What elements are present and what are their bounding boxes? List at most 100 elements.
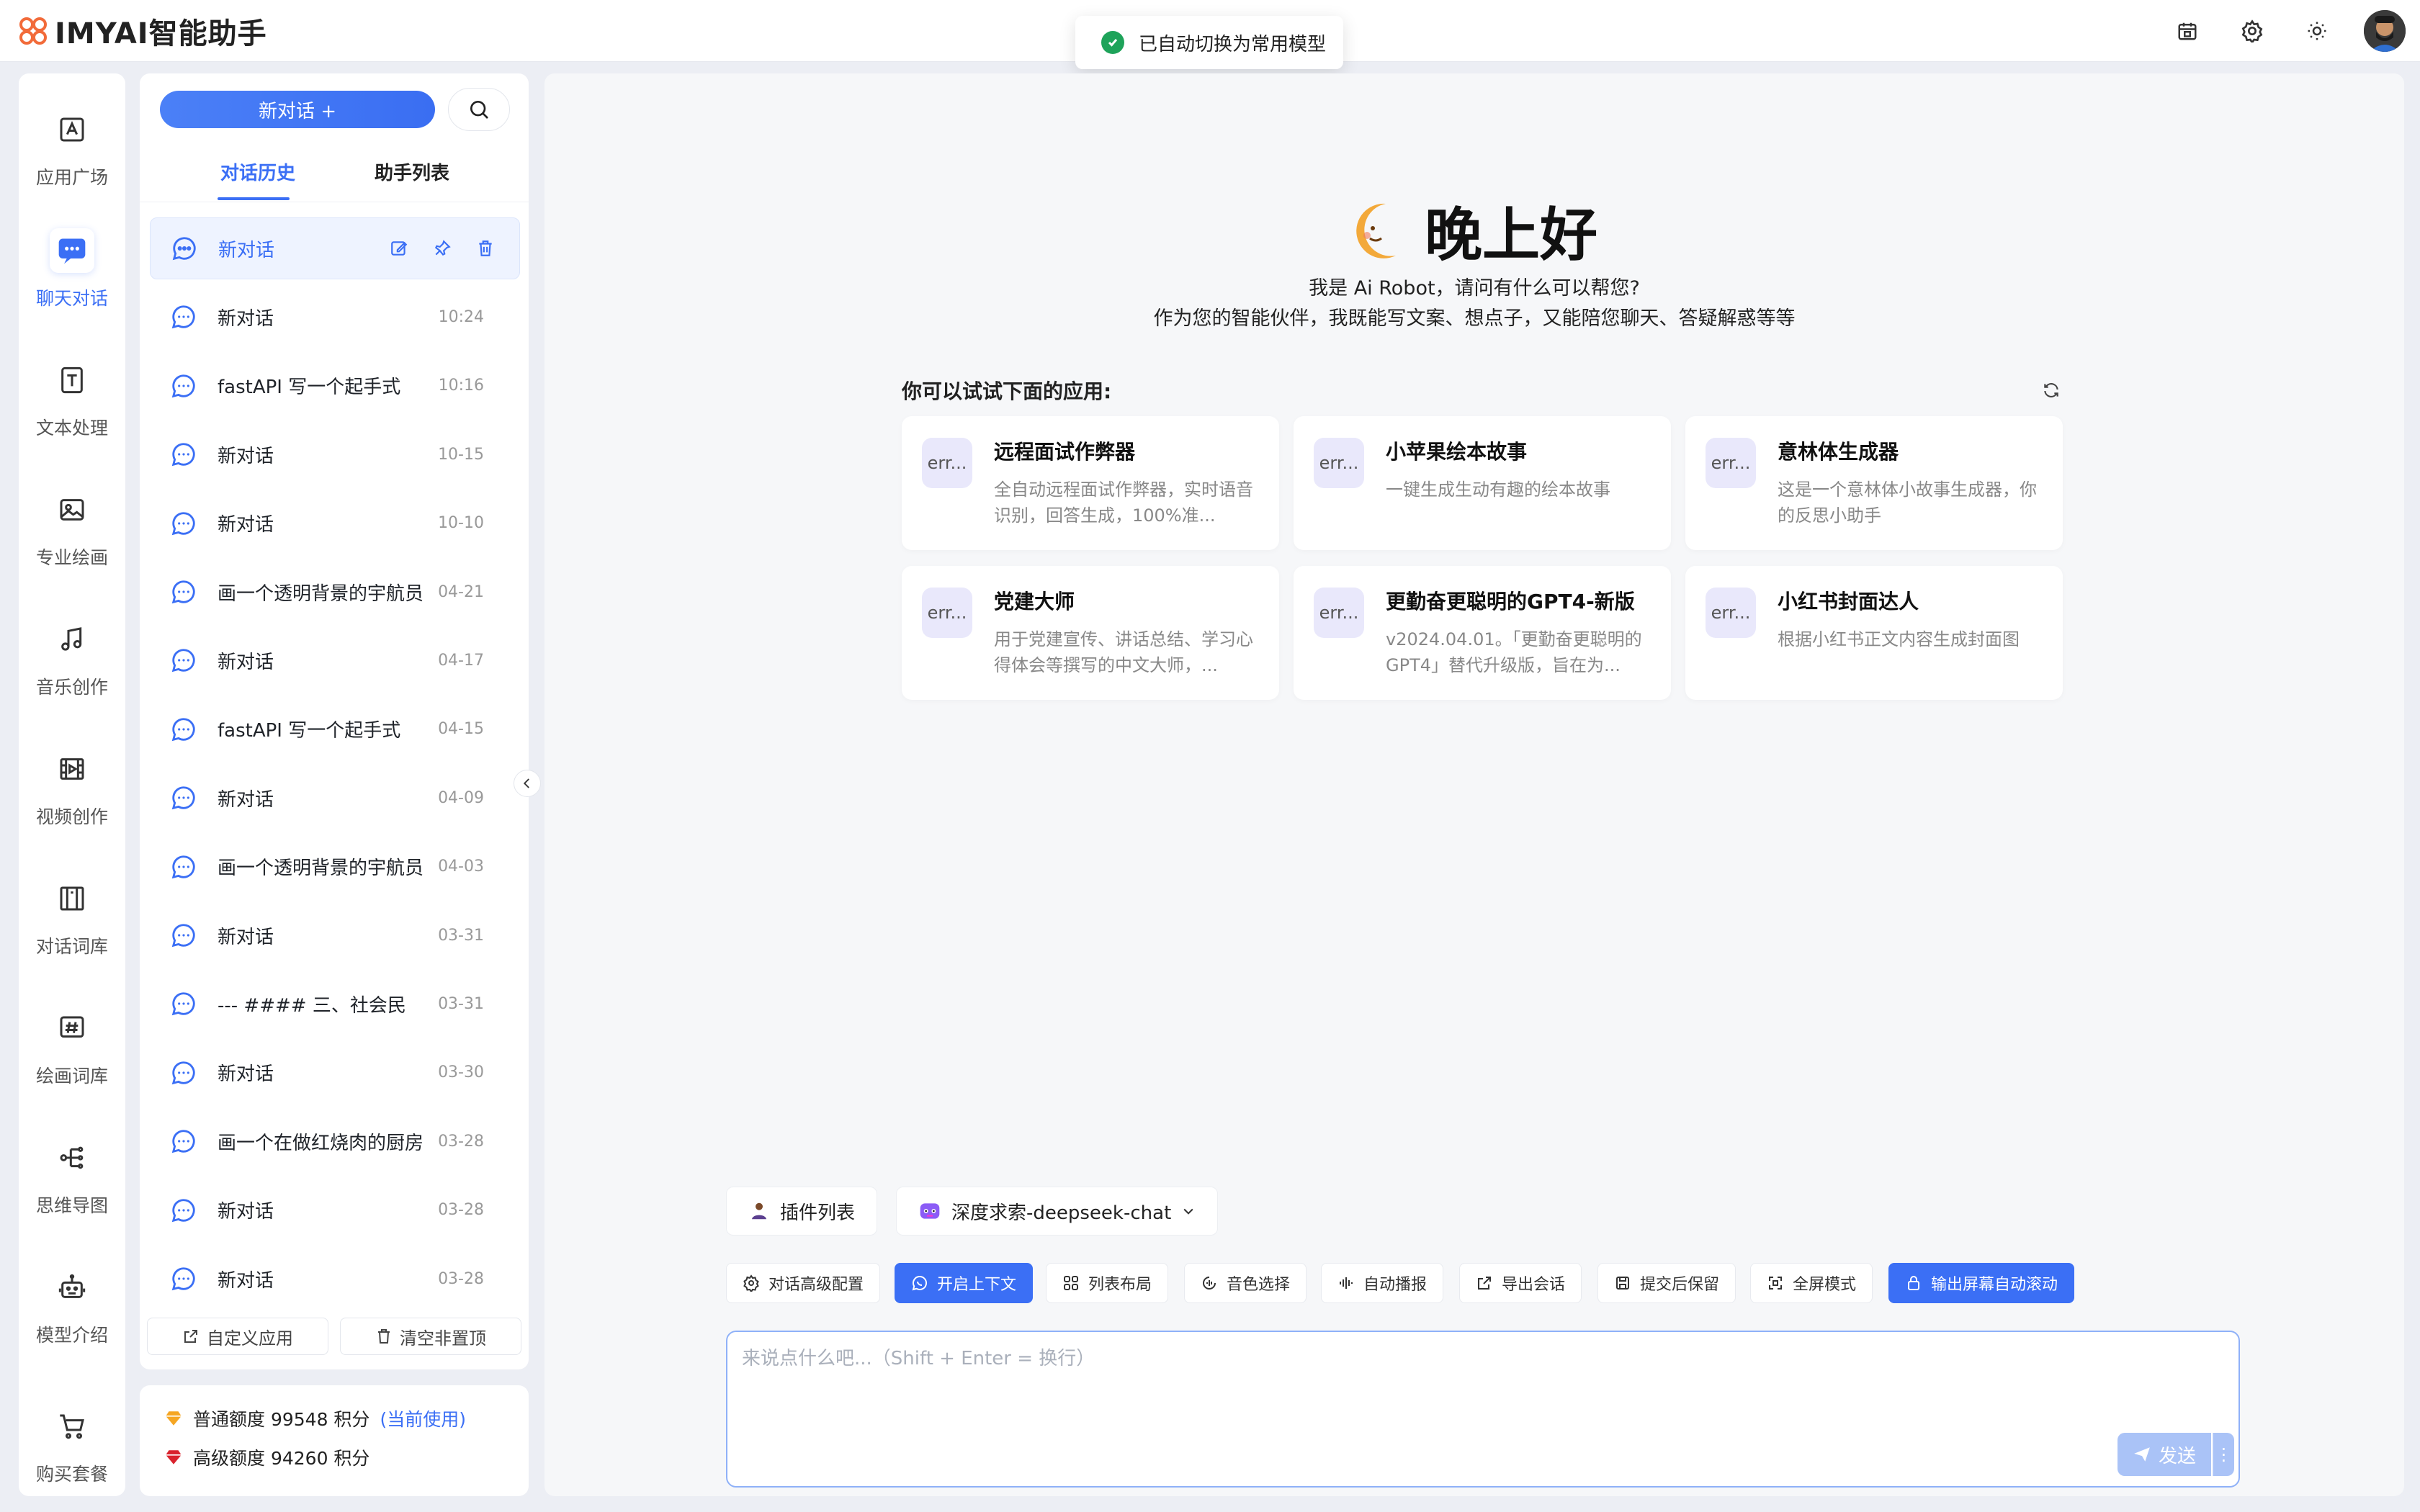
refresh-button[interactable]: [2037, 376, 2066, 405]
app-card[interactable]: err... 远程面试作弊器 全自动远程面试作弊器，实时语音识别，回答生成，10…: [902, 416, 1279, 550]
app-card[interactable]: err... 小红书封面达人 根据小红书正文内容生成封面图: [1685, 566, 2063, 700]
app-card[interactable]: err... 党建大师 用于党建宣传、讲话总结、学习心得体会等撰写的中文大师，.…: [902, 566, 1279, 700]
custom-app-button[interactable]: 自定义应用: [147, 1318, 328, 1355]
conversation-title: 新对话: [218, 926, 274, 948]
advanced-config-button[interactable]: 对话高级配置: [726, 1263, 881, 1303]
chat-bubble-icon: [171, 786, 195, 810]
conversation-item[interactable]: 新对话 04-09: [150, 767, 520, 829]
logo-text: IMYAI智能助手: [55, 17, 267, 50]
conversation-list: 新对话 新对话 10:24 fastAPI 写一个起手式 10:16 新对话 10-15 新…: [150, 217, 520, 1369]
auto-broadcast-button[interactable]: 自动播报: [1321, 1263, 1444, 1303]
nav-item-text[interactable]: 文本处理: [19, 338, 125, 459]
conversation-item[interactable]: 新对话 03-31: [150, 904, 520, 966]
conversation-item[interactable]: 新对话 04-17: [150, 629, 520, 691]
app-name: 意林体生成器: [1778, 440, 1899, 464]
collapse-panel-button[interactable]: [514, 770, 541, 797]
conversation-item[interactable]: 新对话 03-28: [150, 1248, 520, 1310]
wave-icon: [1340, 1277, 1353, 1289]
intro-line-1: 我是 Ai Robot，请问有什么可以帮您?: [1309, 277, 1640, 300]
conversation-time: 04-15: [438, 720, 484, 739]
conversation-item[interactable]: fastAPI 写一个起手式 04-15: [150, 698, 520, 760]
plugin-list-button[interactable]: 插件列表: [726, 1187, 878, 1236]
app-card[interactable]: err... 小苹果绘本故事 一键生成生动有趣的绘本故事: [1294, 416, 1671, 550]
chat-bubble-icon: [171, 443, 195, 467]
conversation-item[interactable]: 新对话 03-28: [150, 1179, 520, 1241]
conversation-time: 10:24: [438, 307, 484, 326]
nav-item-chat[interactable]: 聊天对话: [19, 209, 125, 330]
trash-icon[interactable]: [476, 239, 495, 258]
conversation-time: 03-31: [438, 994, 484, 1013]
conversation-item[interactable]: fastAPI 写一个起手式 10:16: [150, 355, 520, 417]
conversation-time: 10:16: [438, 377, 484, 395]
conversation-item[interactable]: 新对话 10-15: [150, 423, 520, 485]
clear-unpinned-button[interactable]: 清空非置顶: [340, 1318, 521, 1355]
tab-underline: [218, 197, 290, 200]
search-button[interactable]: [448, 88, 510, 131]
nav-item-model-intro[interactable]: 模型介绍: [19, 1246, 125, 1367]
nav-item-app-square[interactable]: 应用广场: [19, 88, 125, 209]
chat-bubble-icon: [171, 1130, 195, 1153]
list-layout-button[interactable]: 列表布局: [1046, 1263, 1169, 1303]
fullscreen-button[interactable]: 全屏模式: [1750, 1263, 1873, 1303]
nav-item-music[interactable]: 音乐创作: [19, 598, 125, 719]
sun-icon[interactable]: [2299, 13, 2335, 49]
conversation-item[interactable]: 新对话 03-30: [150, 1042, 520, 1104]
pin-icon[interactable]: [433, 239, 452, 258]
keep-after-submit-button[interactable]: 提交后保留: [1597, 1263, 1736, 1303]
calendar-icon[interactable]: [2169, 13, 2205, 49]
user-avatar[interactable]: [2364, 10, 2406, 52]
app-card[interactable]: err... 更勤奋更聪明的GPT4-新版 v2024.04.01。「更勤奋更聪…: [1294, 566, 1671, 700]
voice-select-button[interactable]: 音色选择: [1184, 1263, 1307, 1303]
tab-assistants[interactable]: 助手列表: [375, 158, 449, 185]
conversation-item[interactable]: 新对话 10:24: [150, 286, 520, 348]
nav-item-paint-lexicon[interactable]: 绘画词库: [19, 986, 125, 1107]
chat-bubble-icon: [171, 1061, 195, 1085]
export-chat-button[interactable]: 导出会话: [1459, 1263, 1582, 1303]
conversation-item[interactable]: 新对话: [150, 217, 520, 279]
model-selector[interactable]: 深度求索-deepseek-chat: [896, 1187, 1219, 1236]
conversation-item[interactable]: 画一个透明背景的宇航员 04-03: [150, 836, 520, 898]
search-icon: [470, 101, 488, 119]
app-logo[interactable]: IMYAI智能助手: [17, 13, 267, 50]
nav-item-video[interactable]: 视频创作: [19, 727, 125, 848]
auto-scroll-button[interactable]: 输出屏幕自动滚动: [1888, 1263, 2075, 1303]
conversation-item[interactable]: 新对话 10-10: [150, 492, 520, 554]
conversation-time: 04-03: [438, 858, 484, 876]
conversation-item[interactable]: 画一个在做红烧肉的厨房 03-28: [150, 1110, 520, 1172]
app-avatar: err...: [1706, 588, 1756, 638]
nav-item-chat-lexicon[interactable]: 对话词库: [19, 857, 125, 978]
send-icon: [2134, 1447, 2150, 1462]
conversation-item[interactable]: 画一个透明背景的宇航员 04-21: [150, 561, 520, 623]
video-icon: [50, 747, 94, 791]
nav-label: 对话词库: [35, 936, 108, 957]
conversation-time: 03-30: [438, 1063, 484, 1082]
app-name: 小苹果绘本故事: [1386, 440, 1528, 464]
gear-icon[interactable]: [2234, 13, 2270, 49]
refresh-icon: [2044, 383, 2058, 397]
music-icon: [50, 617, 94, 662]
new-chat-button[interactable]: 新对话 +: [160, 91, 435, 128]
nav-label: 专业绘画: [35, 547, 108, 568]
toast-text: 已自动切换为常用模型: [1139, 33, 1327, 55]
app-card[interactable]: err... 意林体生成器 这是一个意林体小故事生成器，你的反思小助手: [1685, 416, 2063, 550]
nav-label: 绘画词库: [35, 1066, 108, 1086]
tab-history[interactable]: 对话历史: [220, 158, 295, 185]
send-button[interactable]: 发送: [2118, 1433, 2211, 1476]
app-description: 根据小红书正文内容生成封面图: [1778, 629, 2020, 649]
send-options-button[interactable]: ⋮: [2213, 1433, 2234, 1476]
nav-label: 视频创作: [35, 806, 108, 827]
nav-item-painting[interactable]: 专业绘画: [19, 468, 125, 589]
conversation-item[interactable]: --- #### 三、社会民 03-31: [150, 973, 520, 1035]
moon-icon: [1356, 203, 1396, 258]
message-input[interactable]: [742, 1344, 2226, 1430]
model-avatar-icon: [920, 1203, 940, 1219]
app-description: 全自动远程面试作弊器，实时语音识别，回答生成，100%准...: [994, 480, 1253, 526]
conversation-title: 新对话: [218, 788, 274, 811]
nav-item-purchase[interactable]: 购买套餐: [19, 1375, 125, 1496]
chat-bubble-icon: [171, 1198, 195, 1222]
context-icon: [912, 1275, 927, 1291]
conversation-time: 10-15: [438, 445, 484, 464]
context-toggle-button[interactable]: 开启上下文: [895, 1263, 1034, 1303]
nav-item-mindmap[interactable]: 思维导图: [19, 1116, 125, 1237]
edit-icon[interactable]: [390, 239, 408, 258]
